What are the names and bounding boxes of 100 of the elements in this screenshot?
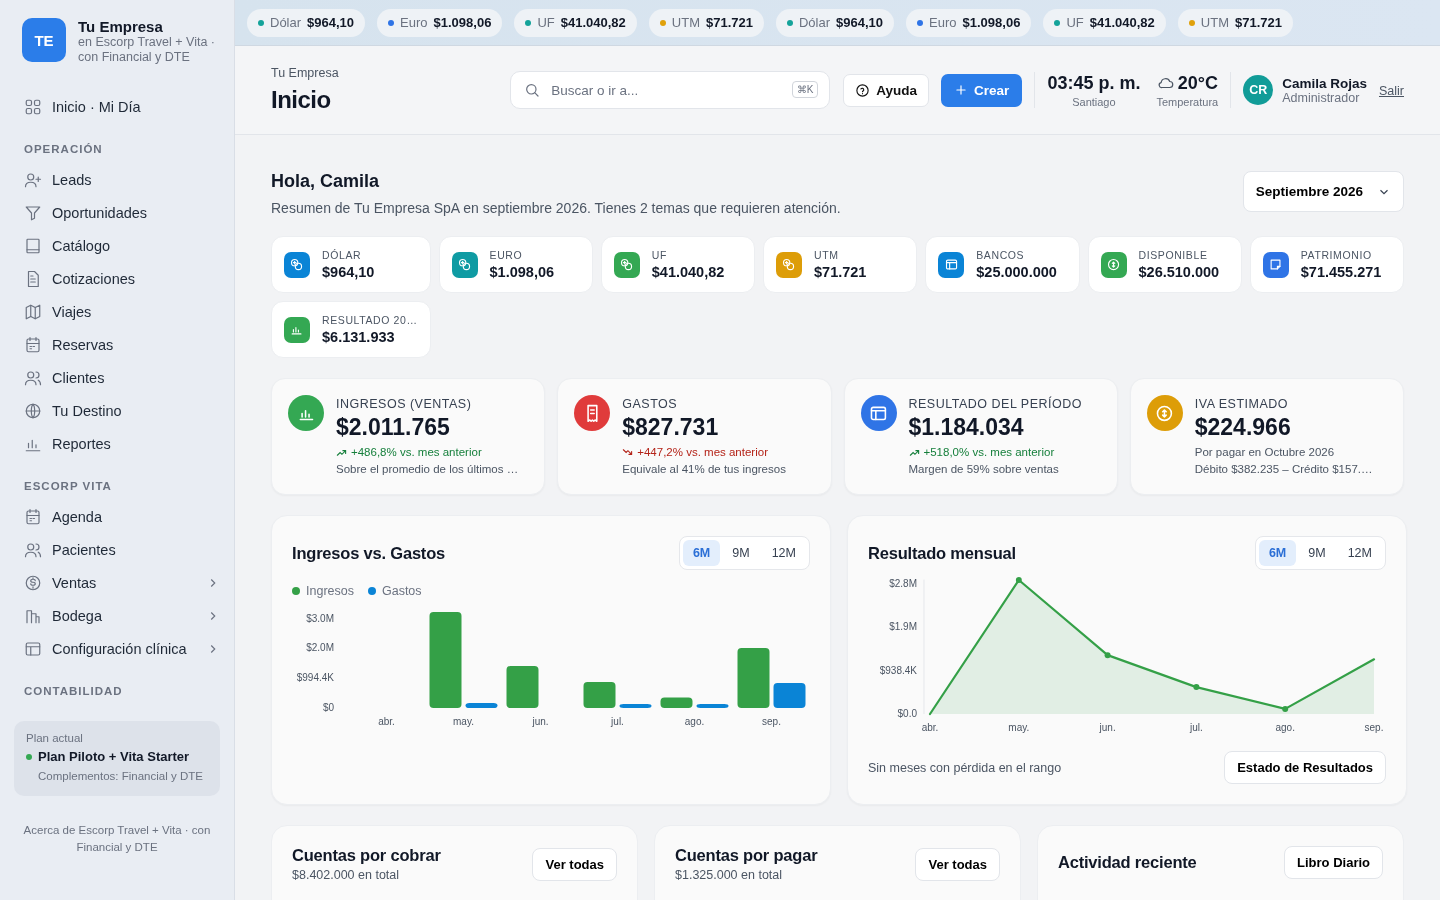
create-button[interactable]: Crear (941, 73, 1023, 107)
kpi-label: RESULTADO DEL PERÍODO (908, 397, 1082, 411)
axis-label: ago. (684, 716, 705, 727)
nav-item[interactable]: Bodega (0, 599, 234, 632)
add-user-icon (24, 170, 42, 189)
plus-icon (954, 83, 969, 97)
axis-label: $938.4K (879, 664, 917, 676)
nav-item[interactable]: Catálogo (0, 229, 234, 262)
range-tab[interactable]: 6M (1258, 540, 1297, 566)
range-tab[interactable]: 6M (682, 540, 721, 566)
statement-button[interactable]: Estado de Resultados (1224, 751, 1386, 784)
temperature: 20°C (1177, 72, 1218, 94)
rate-label: UF (537, 15, 555, 30)
stat-label: EURO (489, 249, 524, 261)
nav-item[interactable]: Reportes (0, 427, 234, 460)
axis-label: abr. (378, 716, 395, 727)
trend-text: +518,0% vs. mes anterior (923, 446, 1055, 458)
nav-item[interactable]: Cotizaciones (0, 262, 234, 295)
section-title: CONTABILIDAD (23, 685, 124, 697)
axis-label: $3.0M (306, 612, 334, 624)
stat-value: $71.721 (814, 264, 867, 280)
nav-item[interactable]: Tu Destino (0, 394, 234, 427)
about-link[interactable]: Acerca de Escorp Travel + Vita · con Financial y DTE (0, 822, 234, 856)
rate-label: UTM (671, 15, 700, 30)
rate-label: Dólar (270, 15, 302, 30)
rate-label: UF (1066, 15, 1084, 30)
breadcrumb[interactable]: Tu Empresa (271, 66, 511, 80)
kpi-note: Débito $382.235 – Crédito $157.… (1194, 463, 1373, 475)
stat-value: $26.510.000 (1138, 264, 1220, 280)
kpi-note: Margen de 59% sobre ventas (908, 463, 1060, 475)
data-point (1193, 684, 1200, 691)
nav-item[interactable]: Agenda (0, 500, 234, 533)
axis-label: abr. (921, 722, 939, 733)
nav-item[interactable]: Reservas (0, 328, 234, 361)
rate-value: $71.721 (1234, 15, 1282, 30)
bar (619, 704, 652, 708)
nav-item[interactable]: Viajes (0, 295, 234, 328)
range-tab[interactable]: 12M (1337, 540, 1382, 566)
stat-label: UF (651, 249, 668, 261)
nav-item[interactable]: Ventas (0, 566, 234, 599)
axis-label: sep. (762, 716, 781, 727)
clock-time: 03:45 p. m. (1047, 72, 1141, 94)
section-title: ESCORP VITA (23, 480, 113, 492)
help-button[interactable]: Ayuda (843, 73, 930, 107)
nav-item[interactable]: Clientes (0, 361, 234, 394)
rate-value: $964,10 (307, 15, 355, 30)
summary-text: Resumen de Tu Empresa SpA en septiembre 2026. Tienes 2 temas que requieren atención. (271, 200, 841, 216)
nav-item[interactable]: Pacientes (0, 533, 234, 566)
legend-label: Ingresos (306, 584, 354, 598)
help-icon (855, 82, 871, 98)
panel-title: Cuentas por cobrar (292, 846, 441, 865)
greeting-title: Hola, Camila (271, 171, 381, 192)
company-logo: TE (22, 18, 66, 62)
view-all-button[interactable]: Ver todas (532, 847, 617, 881)
clock-city: Santiago (1072, 95, 1116, 108)
stat-label: RESULTADO 20… (322, 314, 418, 326)
company-subtitle: en Escorp Travel + Vita · con Financial y DTE (78, 35, 216, 65)
stat-value: $71.455.271 (1300, 264, 1382, 280)
rate-label: Euro (400, 15, 428, 30)
calendar-icon (24, 335, 42, 354)
nav-item[interactable]: Oportunidades (0, 196, 234, 229)
rate-value: $1.098,06 (962, 15, 1021, 30)
range-tab[interactable]: 9M (722, 540, 760, 566)
rate-value: $41.040,82 (1089, 15, 1155, 30)
nav-item[interactable]: Configuración clínica (0, 632, 234, 665)
nav-item[interactable]: Inicio · Mi Día (0, 90, 234, 123)
view-all-button[interactable]: Libro Diario (1284, 846, 1383, 879)
view-all-button[interactable]: Ver todas (915, 847, 1000, 881)
section-title: OPERACIÓN (23, 143, 104, 155)
range-tab[interactable]: 12M (761, 540, 806, 566)
kpi-value: $827.731 (622, 414, 720, 441)
temperature-label: Temperatura (1156, 95, 1219, 108)
chart-note: Sin meses con pérdida en el rango (868, 760, 1062, 775)
axis-label: sep. (1364, 722, 1384, 733)
nav-item[interactable]: Leads (0, 163, 234, 196)
stat-label: DISPONIBLE (1138, 249, 1209, 261)
data-point (1015, 577, 1022, 584)
axis-label: jun. (532, 716, 549, 727)
filter-icon (24, 203, 42, 222)
stat-label: DÓLAR (322, 249, 363, 261)
panel-subtitle: $8.402.000 en total (292, 868, 401, 882)
rate-value: $41.040,82 (560, 15, 626, 30)
chart-title: Resultado mensual (868, 543, 1016, 563)
range-tab[interactable]: 9M (1298, 540, 1336, 566)
stat-label: UTM (814, 249, 840, 261)
axis-label: jul. (611, 716, 624, 727)
bar (737, 648, 770, 708)
stat-value: $41.040,82 (651, 264, 725, 280)
bar (696, 704, 729, 708)
axis-label: $994.4K (296, 672, 334, 684)
page-title: Inicio (271, 86, 332, 114)
data-point (1104, 652, 1111, 659)
period-dropdown[interactable]: Septiembre 2026 (1242, 171, 1404, 212)
kpi-value: $224.966 (1194, 414, 1292, 441)
user-role: Administrador (1282, 90, 1360, 105)
bar (583, 681, 616, 708)
bar (773, 683, 806, 708)
kpi-value: $1.184.034 (908, 414, 1025, 441)
logout-link[interactable]: Salir (1379, 84, 1404, 98)
axis-label: ago. (1275, 722, 1295, 733)
